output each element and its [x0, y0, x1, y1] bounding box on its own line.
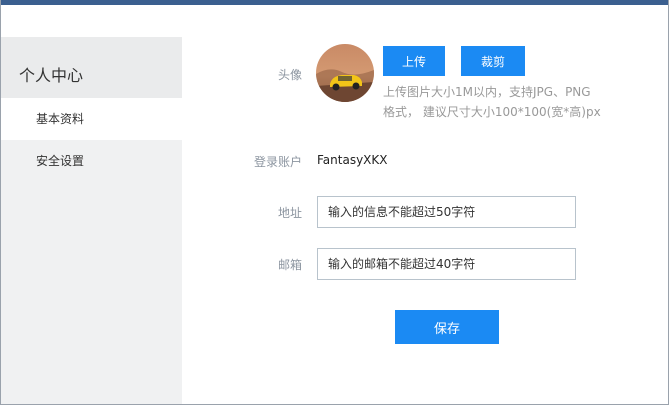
address-label: 地址 [277, 206, 302, 220]
account-value: FantasyXKX [317, 153, 388, 167]
save-button[interactable]: 保存 [395, 310, 499, 344]
upload-hint-line-1: 上传图片大小1M以内，支持JPG、PNG [383, 85, 591, 99]
address-input[interactable]: 输入的信息不能超过50字符 [317, 196, 576, 228]
account-label: 登录账户 [253, 155, 302, 169]
avatar[interactable] [316, 44, 374, 102]
avatar-label: 头像 [277, 68, 302, 82]
email-input[interactable]: 输入的邮箱不能超过40字符 [317, 248, 576, 280]
upload-hint-line-2: 格式， 建议尺寸大小100*100(宽*高)px [383, 105, 601, 119]
sidebar-item-security-settings[interactable]: 安全设置 [1, 140, 182, 182]
sidebar: 个人中心 基本资料 安全设置 [1, 37, 182, 404]
sidebar-title: 个人中心 [1, 37, 182, 98]
sidebar-item-basic-info[interactable]: 基本资料 [1, 98, 182, 140]
avatar-car-image [316, 44, 374, 102]
email-label: 邮箱 [277, 258, 302, 272]
crop-button[interactable]: 裁剪 [461, 46, 525, 76]
upload-hint: 上传图片大小1M以内，支持JPG、PNG 格式， 建议尺寸大小100*100(宽… [383, 82, 613, 122]
upload-button[interactable]: 上传 [383, 46, 445, 76]
